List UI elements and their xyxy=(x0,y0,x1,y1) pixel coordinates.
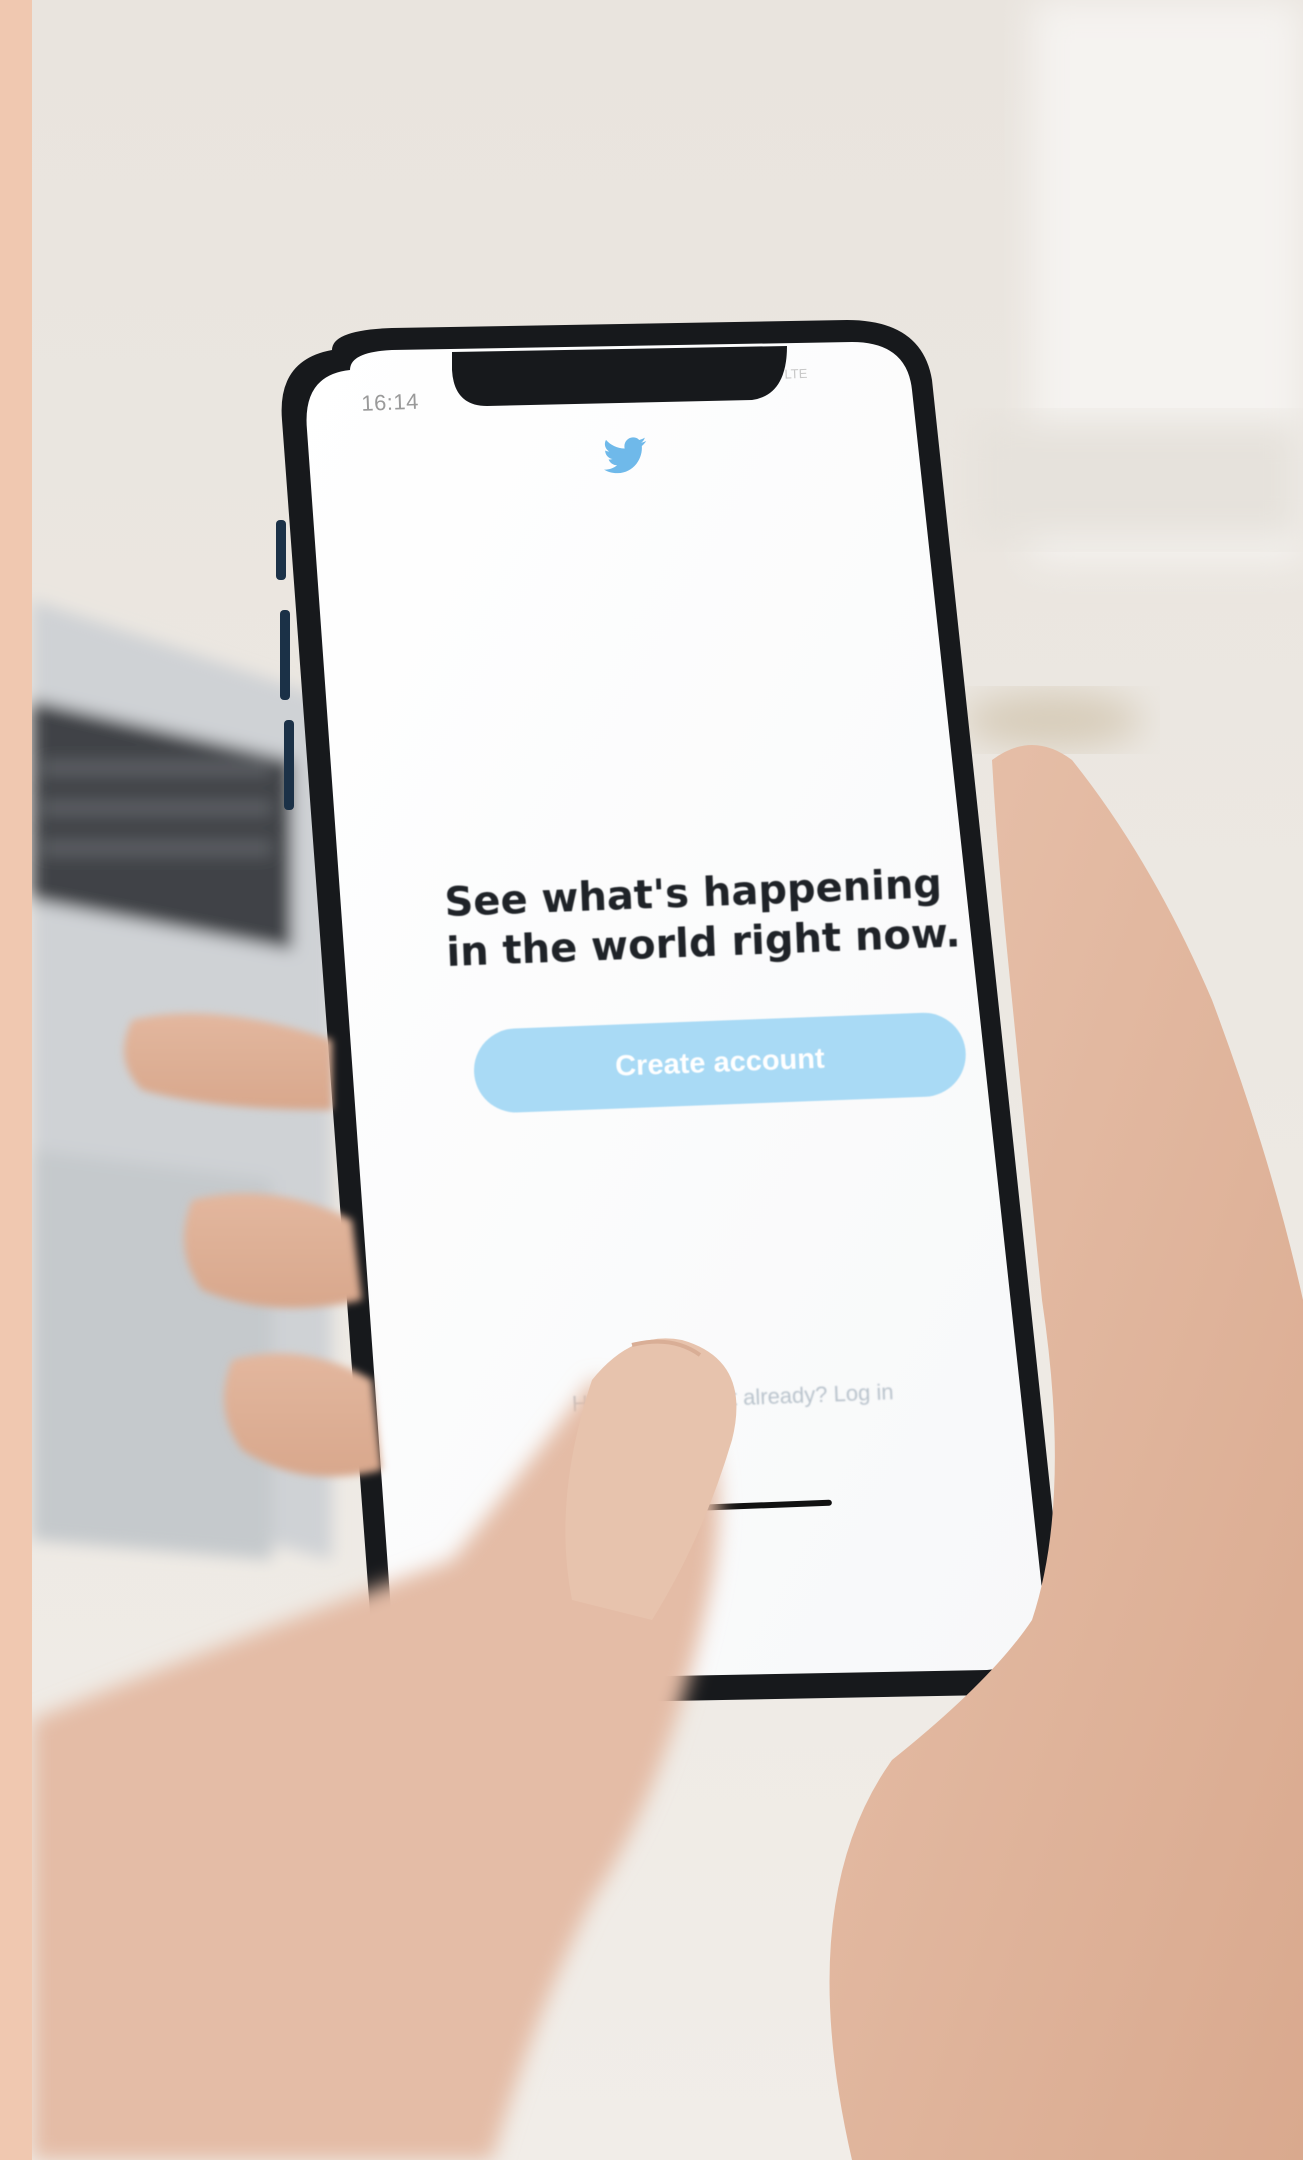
home-indicator xyxy=(611,1499,832,1515)
twitter-bird-icon xyxy=(604,437,647,474)
status-time: 16:14 xyxy=(360,388,420,416)
onboarding-headline: See what's happening in the world right … xyxy=(443,860,962,977)
phone-screen: 16:14 LTE See what's happening in the wo… xyxy=(32,0,1303,2160)
create-account-button[interactable]: Create account xyxy=(472,1011,968,1115)
status-network: LTE xyxy=(784,365,808,382)
app-screen: 16:14 LTE See what's happening in the wo… xyxy=(332,343,1081,1669)
photo-frame: 16:14 LTE See what's happening in the wo… xyxy=(0,0,1303,2160)
decorative-left-strip xyxy=(0,0,32,2160)
photo-scene: 16:14 LTE See what's happening in the wo… xyxy=(32,0,1303,2160)
log-in-link[interactable]: Have an account already? Log in xyxy=(486,1376,979,1421)
